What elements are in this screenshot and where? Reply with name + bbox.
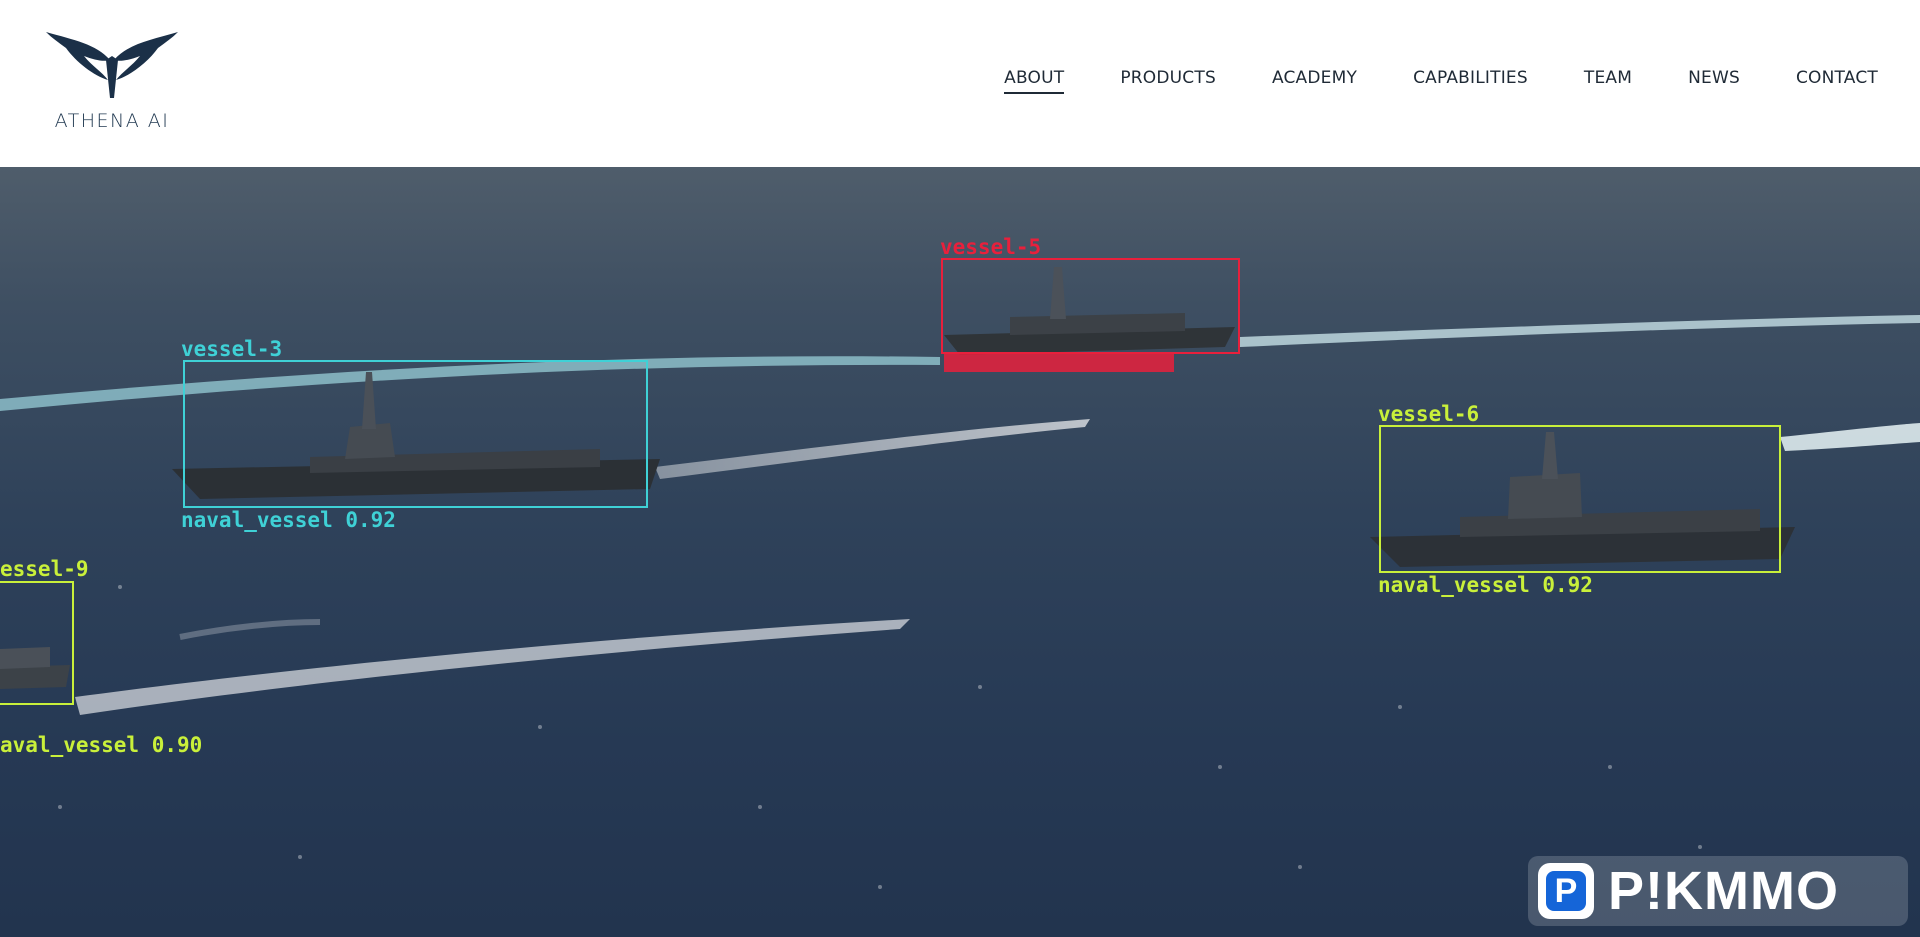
nav-item-capabilities[interactable]: CAPABILITIES xyxy=(1413,68,1528,94)
wake-trail xyxy=(655,419,1090,479)
site-header: ATHENA AI ABOUT PRODUCTS ACADEMY CAPABIL… xyxy=(0,0,1920,167)
detection-box xyxy=(183,360,648,508)
detection-caption-bar xyxy=(944,354,1174,372)
detection-id-label: vessel-3 xyxy=(181,337,283,361)
detection-box xyxy=(0,581,74,705)
detection-id-label: vessel-6 xyxy=(1378,402,1480,426)
brand-name: ATHENA AI xyxy=(54,110,170,132)
nav-item-products[interactable]: PRODUCTS xyxy=(1120,68,1216,94)
nav-item-news[interactable]: NEWS xyxy=(1688,68,1740,94)
detection-box xyxy=(941,258,1240,354)
pikmmo-watermark: P P!KMMO xyxy=(1528,856,1908,926)
pikmmo-logo-icon: P xyxy=(1538,863,1594,919)
wake-trail xyxy=(1240,315,1920,347)
wake-trail xyxy=(1780,423,1920,451)
athena-wings-icon xyxy=(46,32,178,98)
detection-caption: aval_vessel 0.90 xyxy=(0,733,203,757)
nav-item-contact[interactable]: CONTACT xyxy=(1796,68,1878,94)
hero-video: vessel-3 naval_vessel 0.92 vessel-5 vess… xyxy=(0,167,1920,937)
nav-item-team[interactable]: TEAM xyxy=(1584,68,1632,94)
wake-trail xyxy=(179,619,321,640)
brand-logo[interactable]: ATHENA AI xyxy=(44,26,184,136)
detection-box xyxy=(1379,425,1781,573)
nav-item-academy[interactable]: ACADEMY xyxy=(1272,68,1357,94)
watermark-text: P!KMMO xyxy=(1608,861,1839,921)
detection-id-label: essel-9 xyxy=(0,557,89,581)
detection-caption: naval_vessel 0.92 xyxy=(181,508,396,532)
detection-id-label: vessel-5 xyxy=(940,235,1042,259)
main-nav: ABOUT PRODUCTS ACADEMY CAPABILITIES TEAM… xyxy=(948,68,1878,94)
detection-caption: naval_vessel 0.92 xyxy=(1378,573,1593,597)
nav-item-about[interactable]: ABOUT xyxy=(1004,68,1065,94)
